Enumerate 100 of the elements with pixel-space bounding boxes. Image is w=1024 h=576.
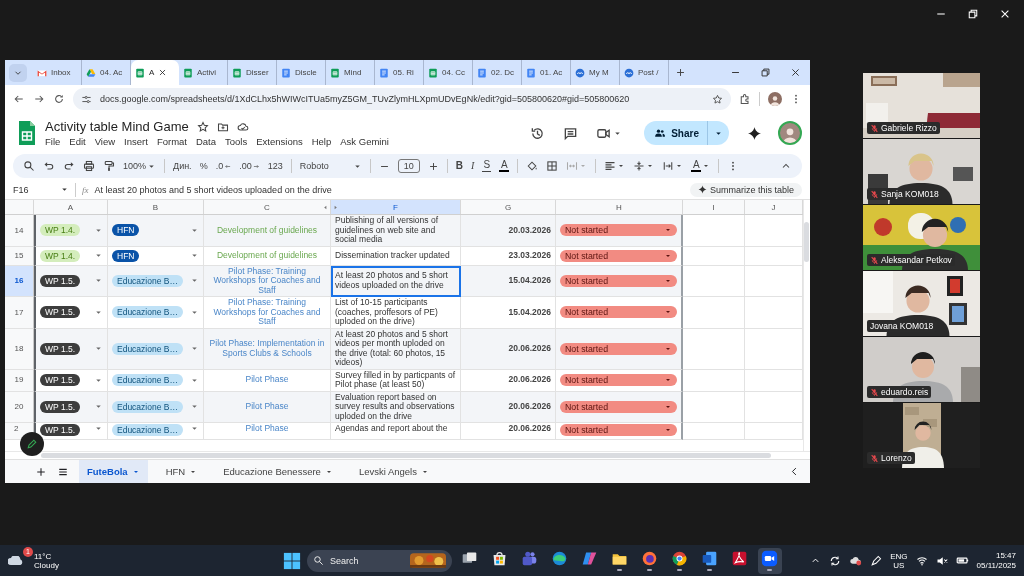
scrollbar-thumb[interactable] (804, 222, 809, 262)
menu-item[interactable]: Extensions (256, 136, 303, 147)
tag[interactable]: Educazione B… (112, 306, 183, 319)
forward-icon[interactable] (33, 93, 45, 105)
folder-icon[interactable] (216, 120, 229, 133)
print-icon[interactable] (83, 160, 95, 172)
menu-item[interactable]: Data (195, 136, 217, 147)
name-box[interactable]: F16 (13, 184, 69, 195)
column-header[interactable]: B (108, 200, 204, 214)
tag[interactable]: Educazione B… (112, 274, 183, 287)
back-icon[interactable] (13, 93, 25, 105)
paint-roller-icon[interactable] (103, 160, 115, 172)
vertical-align-button[interactable] (633, 160, 655, 172)
tag[interactable]: Educazione B… (112, 400, 183, 413)
puzzle-icon[interactable] (739, 93, 751, 105)
browser-tab[interactable]: 04. Cc (424, 60, 473, 85)
tag[interactable]: HFN (112, 249, 140, 262)
status-dropdown[interactable]: Not started (560, 374, 677, 386)
browser-tab[interactable]: A (131, 60, 179, 85)
tag[interactable]: Educazione B… (112, 342, 183, 355)
sparkle-icon[interactable] (747, 125, 762, 141)
row-number[interactable]: 16 (5, 265, 34, 297)
status-dropdown[interactable]: Not started (560, 342, 677, 355)
redo-icon[interactable] (63, 160, 75, 172)
formula-text[interactable]: At least 20 photos and 5 short videos uploaded on the drive (94, 184, 684, 195)
format-button[interactable]: .0 (215, 161, 232, 171)
caret-icon[interactable] (94, 251, 103, 260)
caret-icon[interactable] (94, 344, 103, 353)
close-icon[interactable] (789, 67, 801, 78)
column-header[interactable]: G (461, 200, 556, 214)
tag[interactable]: WP 1.5. (40, 374, 81, 386)
tag[interactable]: WP 1.4. (40, 224, 81, 237)
sheet-tab[interactable]: FuteBola (79, 459, 148, 483)
sync-icon[interactable] (829, 554, 842, 567)
add-sheet-icon[interactable] (35, 465, 47, 478)
sheet-tab[interactable]: HFN (157, 459, 206, 483)
wrap-button[interactable] (662, 160, 684, 172)
document-title[interactable]: Activity table Mind Game (45, 119, 189, 134)
format-button[interactable]: I (470, 161, 475, 171)
format-button[interactable]: B (455, 161, 463, 171)
zoom-dropdown[interactable]: 100% (123, 161, 157, 171)
borders-icon[interactable] (546, 160, 559, 172)
format-button[interactable]: Дин. (173, 161, 192, 171)
video-tile[interactable]: Jovana KOM018 (863, 271, 980, 336)
menu-item[interactable]: File (45, 136, 61, 147)
tag[interactable]: WP 1.5. (40, 424, 81, 436)
status-dropdown[interactable]: Not started (560, 249, 677, 262)
star-icon[interactable] (712, 93, 723, 105)
menu-item[interactable]: Tools (225, 136, 248, 147)
menu-item[interactable]: Insert (124, 136, 148, 147)
browser-tab[interactable]: 05. Ri (375, 60, 424, 85)
video-tile[interactable]: Gabriele Rizzo (863, 73, 980, 138)
avatar-icon[interactable] (769, 94, 781, 106)
format-button[interactable]: S (482, 159, 492, 173)
menu-item[interactable]: Format (156, 136, 187, 147)
video-tile[interactable]: Sanja KOM018 (863, 139, 980, 204)
tag[interactable]: WP 1.5. (40, 274, 81, 287)
reload-icon[interactable] (53, 93, 65, 105)
pen-icon[interactable] (870, 554, 883, 567)
scrollbar-thumb[interactable] (41, 453, 771, 458)
menu-item[interactable]: Edit (69, 136, 86, 147)
format-button[interactable]: 123 (267, 161, 283, 171)
new-tab-icon[interactable] (675, 67, 686, 78)
battery-icon[interactable] (955, 554, 969, 567)
menu-item[interactable]: Ask Gemini (340, 136, 389, 147)
column-header[interactable]: H (556, 200, 683, 214)
search-icon[interactable] (23, 160, 35, 172)
menu-item[interactable]: View (94, 136, 116, 147)
restore-icon[interactable] (759, 67, 771, 78)
site-settings-icon[interactable] (81, 93, 92, 105)
rotate-button[interactable]: A (691, 160, 711, 172)
history-icon[interactable] (530, 125, 546, 141)
status-dropdown[interactable]: Not started (560, 274, 677, 287)
windows-logo-icon[interactable] (282, 551, 301, 570)
row-number[interactable]: 19 (5, 369, 34, 392)
tag[interactable]: WP 1.5. (40, 306, 81, 319)
align-button[interactable] (604, 160, 626, 172)
star-icon[interactable] (196, 120, 209, 133)
menu-item[interactable]: Help (311, 136, 332, 147)
cloud-icon[interactable] (849, 554, 863, 567)
row-number[interactable]: 17 (5, 297, 34, 329)
clock[interactable]: 15:47 05/11/2025 (976, 550, 1016, 571)
status-dropdown[interactable]: Not started (560, 224, 677, 237)
search-field[interactable]: Search (306, 549, 452, 572)
row-number[interactable]: 18 (5, 328, 34, 370)
edit-button[interactable] (20, 432, 44, 456)
row-number[interactable]: 20 (5, 391, 34, 423)
comment-icon[interactable] (563, 125, 579, 141)
tag[interactable]: WP 1.4. (40, 249, 81, 262)
speaker-muted-icon[interactable] (935, 554, 948, 567)
browser-tab[interactable]: 02. Dc (473, 60, 522, 85)
summarize-button[interactable]: Summarize this table (689, 182, 802, 197)
status-dropdown[interactable]: Not started (560, 306, 677, 319)
cloud-icon[interactable] (8, 555, 24, 566)
undo-icon[interactable] (43, 160, 55, 172)
taskbar-app[interactable] (757, 547, 782, 574)
status-dropdown[interactable]: Not started (560, 424, 677, 436)
row-number[interactable]: 14 (5, 215, 34, 247)
wifi-icon[interactable] (915, 554, 928, 567)
language-indicator[interactable]: ENG US (890, 551, 908, 570)
